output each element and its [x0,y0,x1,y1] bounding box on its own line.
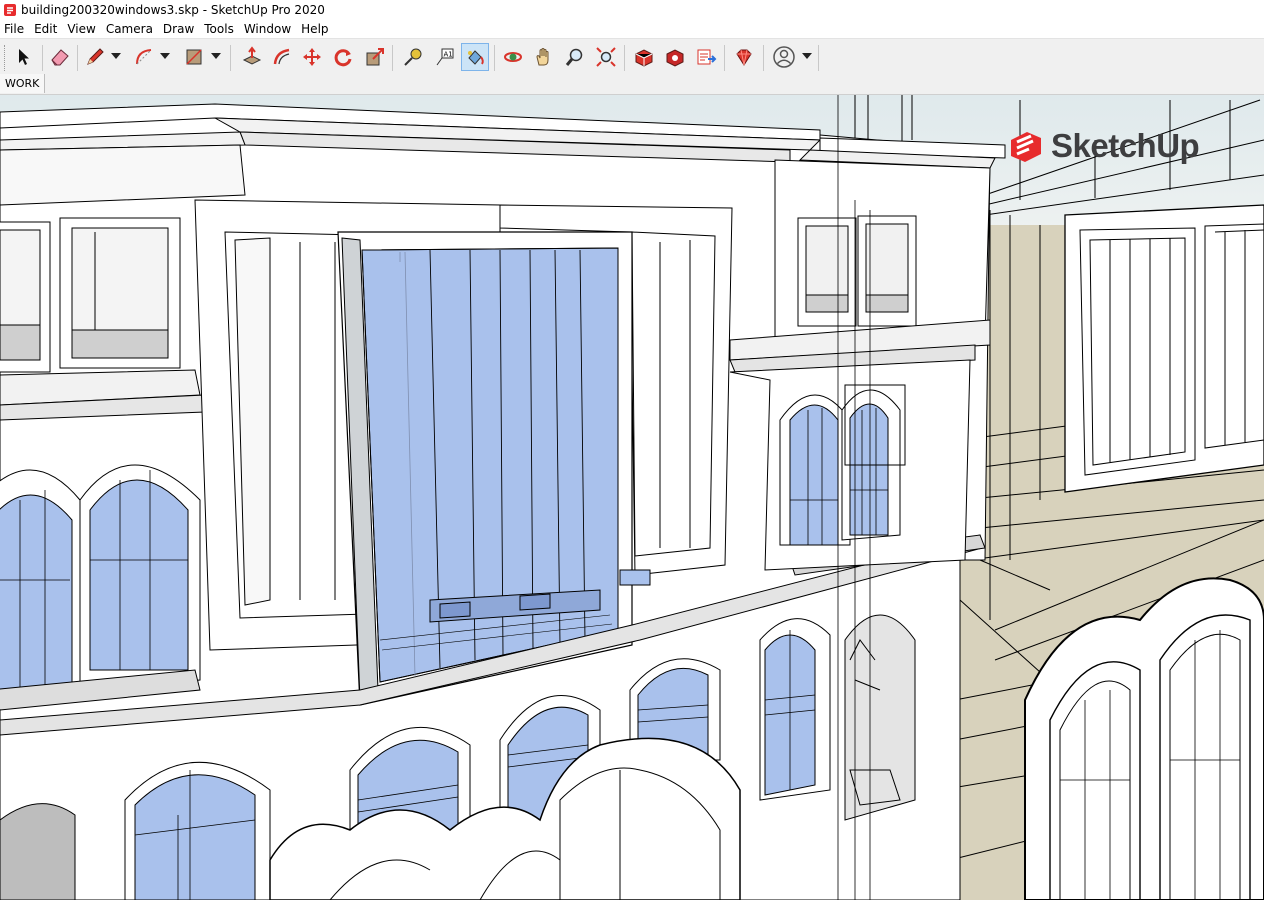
menu-window[interactable]: Window [240,22,297,36]
pencil-icon [87,48,104,65]
send-to-layout-button[interactable] [692,43,720,71]
text-icon: A1 [436,48,454,66]
cursor-arrow-icon [19,49,29,65]
tape-measure-icon [404,48,422,66]
magnifier-icon [565,48,583,66]
rectangle-tool[interactable] [180,43,208,71]
arc-tool-dropdown[interactable] [159,49,171,63]
offset-icon [273,48,290,65]
large-tool-set-toolbar: A1 [0,38,1264,76]
sketchup-logo-icon [1011,132,1041,162]
rotate-tool[interactable] [329,43,357,71]
toolbar-grip[interactable] [4,45,8,71]
push-pull-tool[interactable] [238,43,266,71]
menu-edit[interactable]: Edit [30,22,63,36]
scale-tool[interactable] [361,43,389,71]
scene-tab[interactable]: WORK [0,74,46,93]
ruby-icon [736,49,752,66]
arc-tool[interactable] [130,43,158,71]
pan-tool[interactable] [530,43,558,71]
orbit-icon [504,52,522,62]
move-tool[interactable] [298,43,326,71]
triangle-down-icon [111,53,121,59]
eraser-tool[interactable] [46,43,74,71]
extension-warehouse-button[interactable] [661,43,689,71]
model-scene [0,95,1264,900]
paint-bucket-tool[interactable] [461,43,489,71]
sketchup-logo-text: SketchUp [1051,127,1200,164]
zoom-tool[interactable] [561,43,589,71]
menu-draw[interactable]: Draw [159,22,200,36]
zoom-extents-icon [596,47,616,67]
account-dropdown[interactable] [801,49,813,63]
triangle-down-icon [211,53,221,59]
drawing-viewport[interactable]: SketchUp [0,95,1264,900]
rectangle-tool-dropdown[interactable] [210,49,222,63]
menu-help[interactable]: Help [297,22,334,36]
user-circle-icon [773,46,795,68]
arched-windows-left [0,464,201,711]
select-tool[interactable] [10,43,38,71]
orbit-tool[interactable] [499,43,527,71]
upper-left-windows [0,217,181,373]
rectangle-icon [186,49,202,65]
extension-icon [666,49,684,67]
warehouse-icon [635,49,653,67]
line-tool-dropdown[interactable] [110,49,122,63]
title-bar: building200320windows3.skp - SketchUp Pr… [0,0,1264,20]
rotate-icon [334,49,352,67]
paint-bucket-icon [468,50,484,65]
sketchup-app-icon [4,4,16,16]
floating-shutter-panel [1064,204,1264,493]
tape-measure-tool[interactable] [399,43,427,71]
svg-text:A1: A1 [444,51,453,59]
scenes-bar: WORK [0,74,1264,95]
sketchup-logo: SketchUp [1005,126,1200,166]
menu-view[interactable]: View [63,22,101,36]
menu-bar: File Edit View Camera Draw Tools Window … [0,20,1264,38]
account-button[interactable] [770,43,798,71]
eraser-icon [51,49,69,66]
layout-icon [697,49,717,65]
ruby-console-button[interactable] [730,43,758,71]
menu-camera[interactable]: Camera [102,22,159,36]
hand-icon [536,48,549,66]
triangle-down-icon [160,53,170,59]
scale-icon [366,48,384,66]
text-tool[interactable]: A1 [430,43,458,71]
zoom-extents-tool[interactable] [592,43,620,71]
offset-tool[interactable] [268,43,296,71]
menu-file[interactable]: File [0,22,30,36]
window-title: building200320windows3.skp - SketchUp Pr… [21,3,325,17]
line-tool[interactable] [81,43,109,71]
menu-tools[interactable]: Tools [200,22,240,36]
move-icon [303,48,321,66]
3d-warehouse-button[interactable] [630,43,658,71]
arc-icon [136,49,152,65]
push-pull-icon [242,46,262,65]
triangle-down-icon [802,53,812,59]
